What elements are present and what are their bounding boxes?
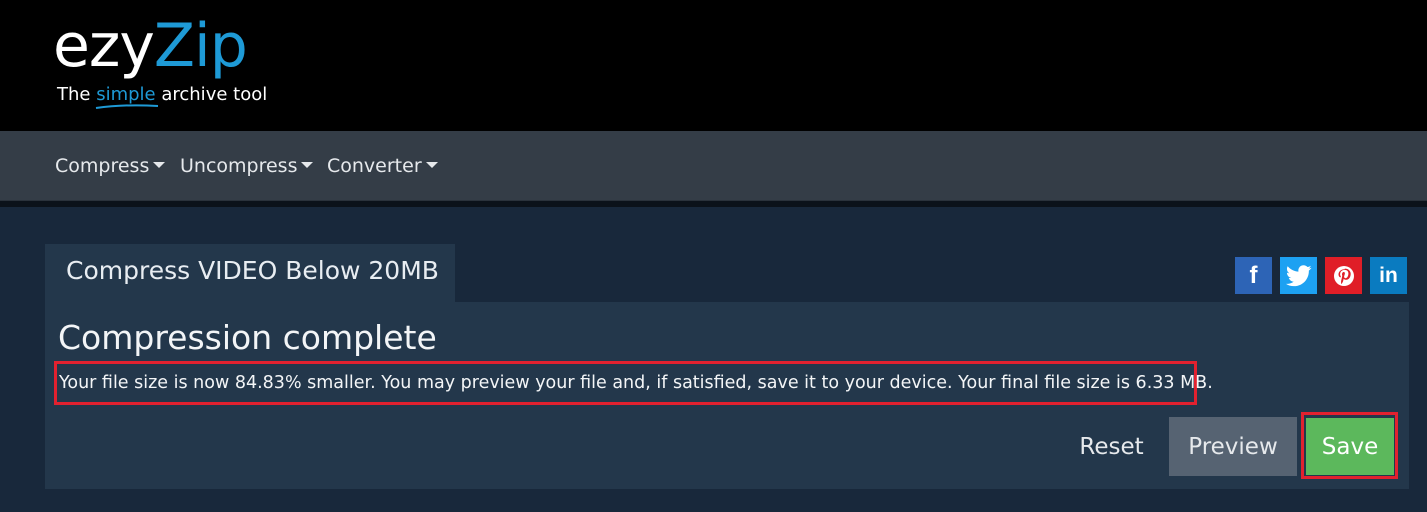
twitter-bird-icon	[1285, 264, 1312, 286]
caret-down-icon	[153, 162, 166, 168]
nav-uncompress-dropdown[interactable]: Uncompress	[180, 155, 314, 177]
nav-compress-dropdown[interactable]: Compress	[55, 155, 166, 177]
tool-tab: Compress VIDEO Below 20MB	[45, 244, 455, 302]
logo-wordmark: ezyZip	[53, 11, 248, 81]
linkedin-icon: in	[1379, 263, 1398, 287]
logo-name-ezy: ezy	[53, 11, 155, 81]
facebook-share-button[interactable]: f	[1235, 257, 1272, 294]
nav-converter-dropdown[interactable]: Converter	[327, 155, 438, 177]
facebook-icon: f	[1249, 261, 1258, 289]
twitter-share-button[interactable]	[1280, 257, 1317, 294]
result-heading: Compression complete	[58, 318, 437, 357]
pinterest-icon	[1333, 265, 1354, 286]
logo-name-zip: Zip	[153, 11, 248, 81]
main-nav: Compress Uncompress Converter	[0, 131, 1427, 201]
result-message: Your file size is now 84.83% smaller. Yo…	[59, 373, 1213, 393]
preview-button[interactable]: Preview	[1169, 417, 1297, 476]
nav-uncompress-label: Uncompress	[180, 155, 298, 177]
tool-tab-title: Compress VIDEO Below 20MB	[66, 256, 439, 285]
pinterest-share-button[interactable]	[1325, 257, 1362, 294]
divider-band	[0, 201, 1427, 207]
reset-button[interactable]: Reset	[1064, 417, 1159, 476]
tagline-end: archive tool	[155, 84, 268, 105]
caret-down-icon	[425, 162, 438, 168]
save-button[interactable]: Save	[1306, 418, 1394, 475]
nav-converter-label: Converter	[327, 155, 422, 177]
tagline-accent: simple	[96, 84, 159, 109]
underline-swoosh-icon	[96, 104, 159, 109]
tagline-start: The	[57, 84, 97, 105]
caret-down-icon	[301, 162, 314, 168]
logo-tagline: The simple archive tool	[57, 84, 268, 109]
site-header: ezyZip The simple archive tool	[0, 0, 1427, 131]
ezyzip-logo[interactable]: ezyZip The simple archive tool	[53, 11, 267, 109]
nav-compress-label: Compress	[55, 155, 150, 177]
linkedin-share-button[interactable]: in	[1370, 257, 1407, 294]
